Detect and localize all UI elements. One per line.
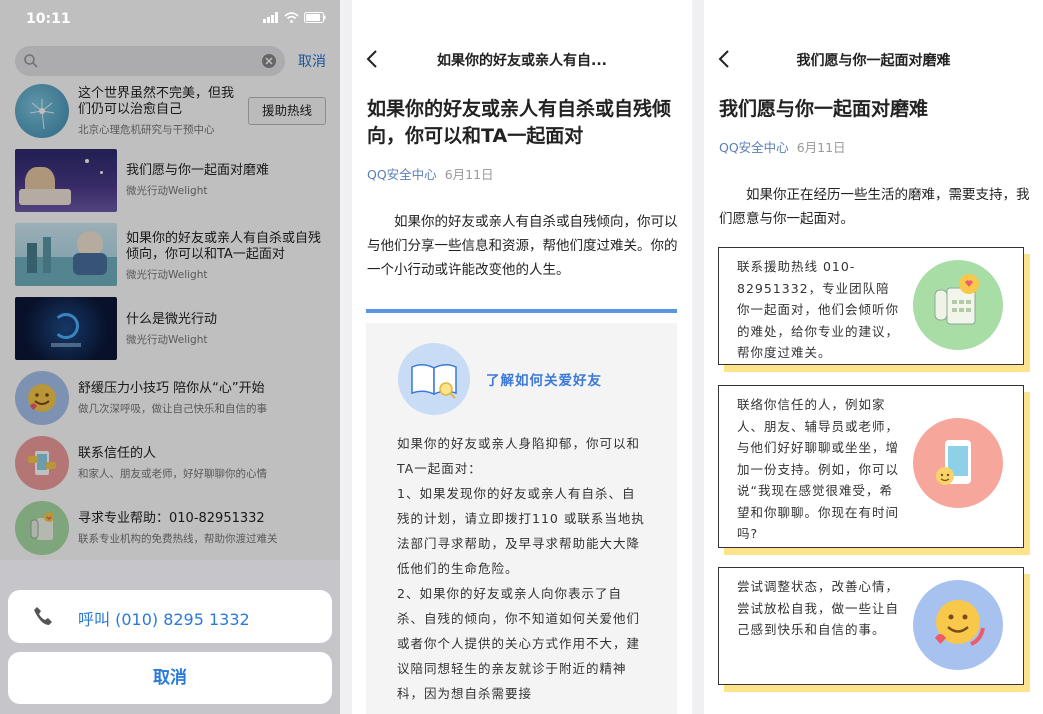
call-button[interactable]: 呼叫 (010) 8295 1332 <box>8 590 332 643</box>
card-text: 尝试调整状态，改善心情，尝试放松自我，做一些让自己感到快乐和自信的事。 <box>737 579 900 637</box>
article-title: 如果你的好友或亲人有自杀或自残倾向，你可以和TA一起面对 <box>367 98 672 147</box>
nav-title: 我们愿与你一起面对磨难 <box>796 53 951 69</box>
article-meta: QQ安全中心 6月11日 <box>367 164 494 183</box>
card-text: 联络你信任的人，例如家人、朋友、辅导员或老师，与他们好好聊聊或坐坐，增加一份支持… <box>737 397 900 541</box>
article-source[interactable]: QQ安全中心 <box>367 167 437 182</box>
book-icon <box>398 343 470 415</box>
divider-bar <box>366 309 677 313</box>
signal-icon <box>263 12 278 23</box>
advice-card-relax: 尝试调整状态，改善心情，尝试放松自我，做一些让自己感到快乐和自信的事。 <box>718 567 1024 685</box>
advice-card-hotline: 联系援助热线 010-82951332，专业团队陪你一起面对，他们会倾听你的难处… <box>718 247 1024 365</box>
search-screen: 取消 这个世界虽然不完美，但我们仍可以治愈自己 北京心理危机研究与干预中心 援助… <box>0 0 340 714</box>
hotline-phone-icon <box>913 260 1003 350</box>
smile-hug-icon <box>913 580 1003 670</box>
sheet-cancel-button[interactable]: 取消 <box>8 652 332 704</box>
phone-icon <box>34 607 52 625</box>
care-friend-link[interactable]: 了解如何关爱好友 <box>486 369 602 389</box>
advice-card-trusted: 联络你信任的人，例如家人、朋友、辅导员或老师，与他们好好聊聊或坐坐，增加一份支持… <box>718 385 1024 548</box>
article-screen-friend: 如果你的好友或亲人有自... 如果你的好友或亲人有自杀或自残倾向，你可以和TA一… <box>352 0 692 714</box>
battery-icon <box>304 12 326 23</box>
info-box: 了解如何关爱好友 如果你的好友或亲人身陷抑郁，你可以和TA一起面对： 1、如果发… <box>366 323 677 714</box>
nav-bar: 如果你的好友或亲人有自... <box>352 40 692 78</box>
info-box-text: 如果你的好友或亲人身陷抑郁，你可以和TA一起面对： 1、如果发现你的好友或亲人有… <box>397 436 645 701</box>
article-meta: QQ安全中心 6月11日 <box>719 137 846 156</box>
article-screen-hardship: 我们愿与你一起面对磨难 我们愿与你一起面对磨难 QQ安全中心 6月11日 如果你正… <box>704 0 1043 714</box>
nav-title: 如果你的好友或亲人有自... <box>437 53 607 69</box>
phone-chat-icon <box>913 418 1003 508</box>
nav-bar: 我们愿与你一起面对磨难 <box>704 40 1043 78</box>
article-intro: 如果你的好友或亲人有自杀或自残倾向，你可以与他们分享一些信息和资源，帮他们度过难… <box>367 214 678 278</box>
call-label: 呼叫 (010) 8295 1332 <box>78 610 250 629</box>
status-time: 10:11 <box>26 11 71 27</box>
article-source[interactable]: QQ安全中心 <box>719 140 789 155</box>
article-intro: 如果你正在经历一些生活的磨难，需要支持，我们愿意与你一起面对。 <box>719 187 1030 227</box>
card-text: 联系援助热线 010-82951332，专业团队陪你一起面对，他们会倾听你的难处… <box>737 259 900 360</box>
status-bar: 10:11 <box>0 0 340 40</box>
article-title: 我们愿与你一起面对磨难 <box>719 98 929 120</box>
article-date: 6月11日 <box>796 140 846 155</box>
article-date: 6月11日 <box>444 167 494 182</box>
wifi-icon <box>284 12 299 23</box>
